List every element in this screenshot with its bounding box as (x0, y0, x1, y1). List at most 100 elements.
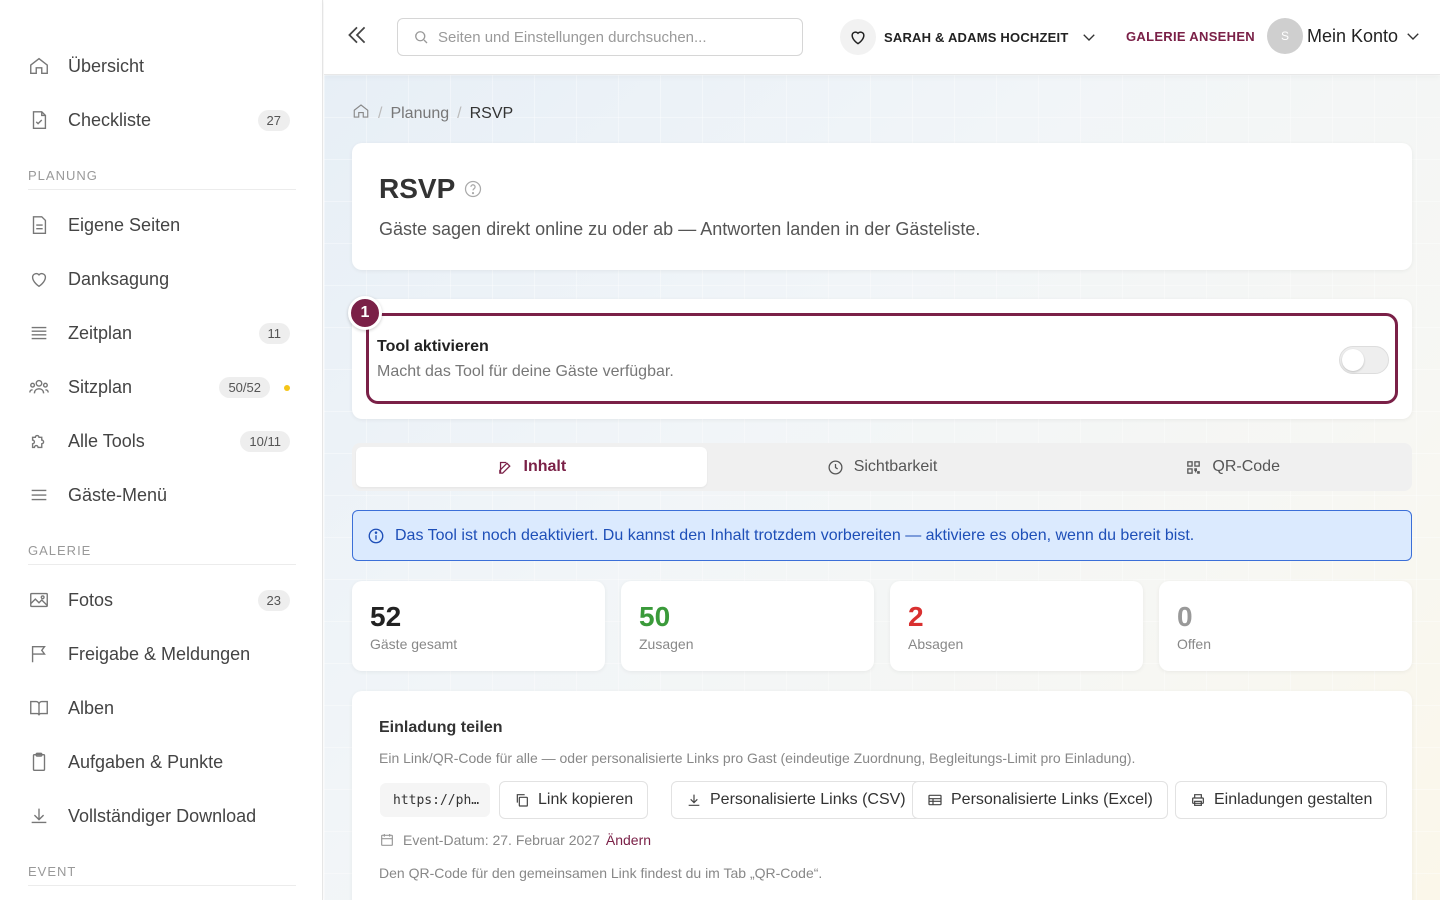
account-menu[interactable]: S Mein Konto (1267, 18, 1422, 54)
count-badge: 50/52 (219, 376, 270, 398)
sidebar-item-all-tools[interactable]: Alle Tools 10/11 (28, 421, 296, 461)
clipboard-icon (28, 750, 60, 774)
button-label: Einladungen gestalten (1214, 791, 1373, 808)
sidebar-item-albums[interactable]: Alben (28, 688, 296, 728)
double-chevron-left-icon (348, 26, 366, 44)
search-box[interactable] (397, 18, 803, 56)
button-label: Personalisierte Links (CSV) (710, 791, 906, 808)
status-dot (284, 385, 290, 391)
search-input[interactable] (438, 28, 778, 46)
sidebar-item-label: Freigabe & Meldungen (68, 643, 251, 664)
breadcrumb-parent[interactable]: Planung (390, 105, 449, 123)
toggle-title: Tool aktivieren (377, 338, 489, 355)
list-icon (28, 321, 60, 345)
sidebar-item-custom-pages[interactable]: Eigene Seiten (28, 205, 296, 245)
share-title: Einladung teilen (379, 719, 503, 736)
button-label: Link kopieren (538, 791, 634, 808)
chevron-down-icon (1083, 34, 1096, 41)
event-selector[interactable]: SARAH & ADAMS HOCHZEIT (840, 18, 1098, 56)
sidebar-item-label: Alben (68, 697, 115, 718)
activate-tool-toggle[interactable] (1339, 346, 1389, 374)
view-gallery-link[interactable]: GALERIE ANSEHEN (1126, 29, 1255, 44)
book-open-icon (28, 696, 60, 720)
breadcrumb-separator: / (378, 104, 383, 122)
users-icon (28, 375, 60, 399)
sidebar-item-full-download[interactable]: Vollständiger Download (28, 796, 296, 836)
toggle-description: Macht das Tool für deine Gäste verfügbar… (377, 363, 674, 380)
tab-visibility[interactable]: Sichtbarkeit (707, 447, 1058, 487)
help-icon[interactable] (463, 179, 483, 199)
image-icon (28, 588, 60, 612)
search-icon (415, 31, 428, 44)
sidebar-item-label: Vollständiger Download (68, 805, 257, 826)
activate-tool-highlight: Tool aktivieren Macht das Tool für deine… (366, 313, 1398, 404)
clock-icon (828, 459, 843, 475)
sidebar-item-label: Alle Tools (68, 430, 145, 451)
stat-label: Zusagen (639, 636, 694, 652)
sidebar-item-overview[interactable]: Übersicht (28, 46, 296, 86)
collapse-sidebar-button[interactable] (344, 22, 372, 52)
share-description: Ein Link/QR-Code für alle — oder persona… (379, 750, 1136, 766)
home-icon (28, 54, 60, 78)
heart-icon (28, 267, 60, 291)
main-content: SARAH & ADAMS HOCHZEIT GALERIE ANSEHEN S… (324, 0, 1440, 900)
edit-icon (498, 461, 511, 474)
topbar: SARAH & ADAMS HOCHZEIT GALERIE ANSEHEN S… (324, 0, 1440, 75)
event-date: Event-Datum: 27. Februar 2027 Ändern (379, 832, 651, 848)
button-label: Personalisierte Links (Excel) (951, 791, 1153, 808)
sidebar-item-seating[interactable]: Sitzplan 50/52 (28, 367, 296, 407)
tab-label: Inhalt (523, 458, 567, 475)
section-title-gallery: GALERIE (28, 543, 296, 565)
stat-total-guests: 52 Gäste gesamt (352, 581, 605, 671)
change-date-link[interactable]: Ändern (606, 832, 651, 848)
menu-icon (28, 483, 60, 507)
design-invitations-button[interactable]: Einladungen gestalten (1175, 781, 1388, 819)
download-icon (28, 804, 60, 828)
sidebar-item-checklist[interactable]: Checkliste 27 (28, 100, 296, 140)
breadcrumb-separator: / (457, 104, 462, 122)
sidebar-item-guest-menu[interactable]: Gäste-Menü (28, 475, 296, 515)
stat-open: 0 Offen (1159, 581, 1412, 671)
document-check-icon (28, 108, 60, 132)
stat-label: Offen (1177, 636, 1211, 652)
activate-tool-card: Tool aktivieren Macht das Tool für deine… (352, 299, 1412, 419)
breadcrumb-current: RSVP (469, 104, 514, 122)
count-badge: 27 (257, 109, 290, 131)
event-date-text: Event-Datum: 27. Februar 2027 (403, 832, 600, 848)
info-alert: Das Tool ist noch deaktiviert. Du kannst… (352, 510, 1412, 561)
heart-icon (840, 19, 876, 55)
puzzle-icon (28, 429, 60, 453)
flag-icon (28, 642, 60, 666)
tab-content[interactable]: Inhalt (356, 447, 707, 487)
download-icon (688, 794, 700, 806)
sidebar-item-schedule[interactable]: Zeitplan 11 (28, 313, 296, 353)
sidebar-item-label: Übersicht (68, 55, 145, 76)
sidebar-item-label: Gäste-Menü (68, 484, 168, 505)
stat-value: 52 (370, 601, 402, 632)
event-name: SARAH & ADAMS HOCHZEIT (884, 29, 1069, 45)
copy-link-button[interactable]: Link kopieren (499, 781, 649, 819)
sidebar-item-sharing-reports[interactable]: Freigabe & Meldungen (28, 634, 296, 674)
stat-accepted: 50 Zusagen (621, 581, 874, 671)
table-icon (928, 794, 942, 806)
stat-label: Gäste gesamt (370, 636, 458, 652)
share-url[interactable]: https://ph… (380, 783, 490, 817)
sidebar-item-label: Sitzplan (68, 376, 133, 397)
qr-code-icon (1187, 460, 1201, 474)
download-excel-button[interactable]: Personalisierte Links (Excel) (912, 781, 1168, 819)
sidebar-item-photos[interactable]: Fotos 23 (28, 580, 296, 620)
page-description: Gäste sagen direkt online zu oder ab — A… (379, 219, 981, 239)
chevron-down-icon (1407, 33, 1419, 40)
qr-note: Den QR-Code für den gemeinsamen Link fin… (379, 865, 823, 881)
sidebar-item-thanks[interactable]: Danksagung (28, 259, 296, 299)
download-csv-button[interactable]: Personalisierte Links (CSV) (671, 781, 921, 819)
home-icon[interactable] (352, 102, 370, 125)
account-label: Mein Konto (1307, 25, 1399, 46)
stat-value: 50 (639, 601, 671, 632)
page-title: RSVP (379, 173, 456, 204)
copy-icon (516, 794, 528, 807)
breadcrumb: / Planung / RSVP (352, 102, 513, 125)
count-badge: 10/11 (240, 430, 290, 452)
sidebar-item-tasks-points[interactable]: Aufgaben & Punkte (28, 742, 296, 782)
tab-qr-code[interactable]: QR-Code (1057, 447, 1408, 487)
